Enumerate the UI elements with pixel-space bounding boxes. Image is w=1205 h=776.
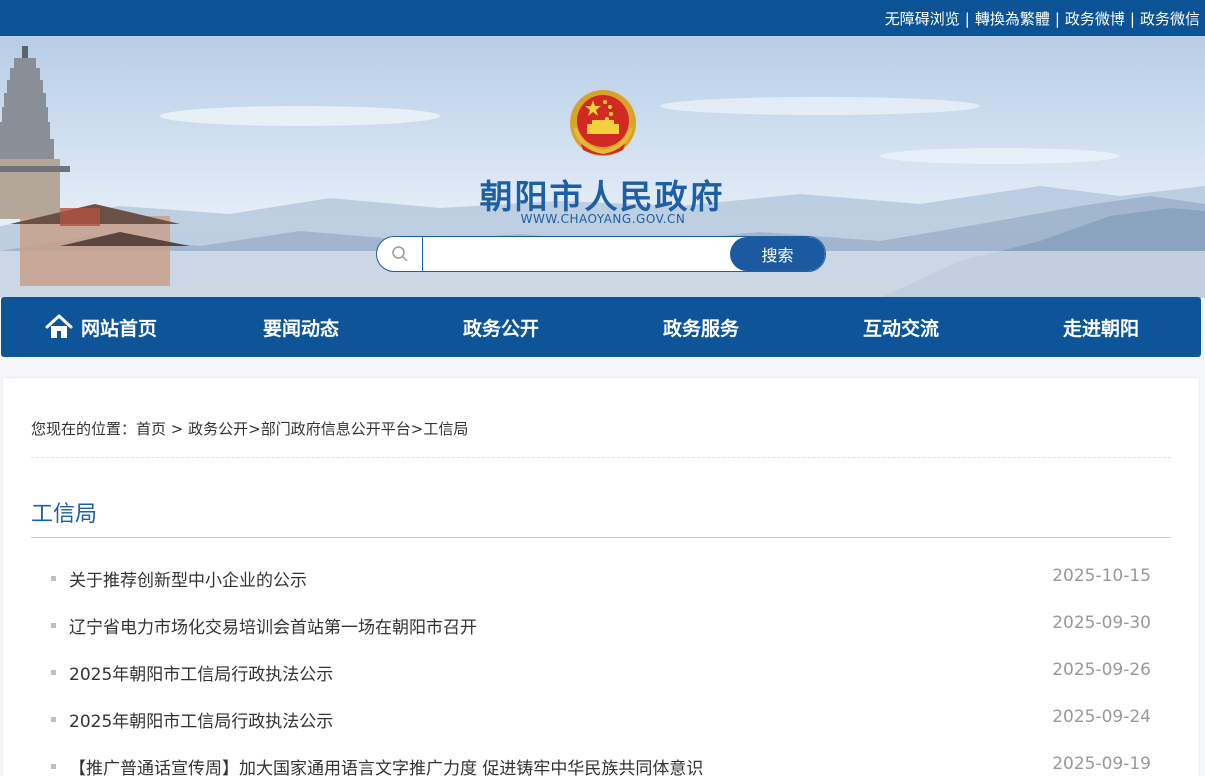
divider (31, 537, 1171, 538)
top-links: 无障碍浏览 | 轉換為繁體 | 政务微博 | 政务微信 (885, 8, 1200, 29)
site-url: WWW.CHAOYANG.GOV.CN (520, 212, 686, 226)
breadcrumb-current-link[interactable]: 工信局 (423, 420, 468, 438)
bullet-icon (51, 576, 56, 581)
list-item: 2025年朝阳市工信局行政执法公示 2025-09-24 (51, 705, 1151, 752)
nav-label: 要闻动态 (262, 317, 339, 340)
nav-label: 政务服务 (662, 317, 739, 340)
breadcrumb-separator: > (410, 420, 424, 438)
article-date: 2025-09-30 (1052, 613, 1151, 633)
breadcrumb-separator: > (248, 420, 261, 438)
search-bar: 搜索 (376, 236, 826, 272)
nav-item-interaction[interactable]: 互动交流 (801, 297, 1001, 357)
traditional-chinese-link[interactable]: 轉換為繁體 (975, 8, 1050, 29)
article-link[interactable]: 2025年朝阳市工信局行政执法公示 (69, 660, 333, 685)
content-panel: 您现在的位置：首页 > 政务公开>部门政府信息公开平台>工信局 工信局 关于推荐… (2, 377, 1200, 776)
article-link[interactable]: 【推广普通话宣传周】加大国家通用语言文字推广力度 促进铸牢中华民族共同体意识 (69, 754, 703, 776)
separator: | (964, 9, 970, 28)
wechat-link[interactable]: 政务微信 (1140, 8, 1200, 29)
nav-label: 走进朝阳 (1062, 317, 1139, 340)
breadcrumb-gov-affairs-link[interactable]: 政务公开 (188, 420, 248, 438)
nav-item-home[interactable]: 网站首页 (1, 297, 201, 357)
article-date: 2025-10-15 (1052, 566, 1151, 586)
article-date: 2025-09-24 (1052, 707, 1151, 727)
nav-item-gov-affairs[interactable]: 政务公开 (401, 297, 601, 357)
separator: | (1054, 9, 1060, 28)
list-item: 辽宁省电力市场化交易培训会首站第一场在朝阳市召开 2025-09-30 (51, 611, 1151, 658)
national-emblem-icon (570, 90, 636, 156)
nav-label: 互动交流 (862, 317, 939, 340)
article-link[interactable]: 辽宁省电力市场化交易培训会首站第一场在朝阳市召开 (69, 613, 477, 638)
nav-label: 政务公开 (462, 317, 539, 340)
header-banner: 朝阳市人民政府 WWW.CHAOYANG.GOV.CN 搜索 (0, 36, 1205, 298)
bullet-icon (51, 717, 56, 722)
breadcrumb-separator: > (166, 420, 189, 438)
article-link[interactable]: 关于推荐创新型中小企业的公示 (69, 566, 307, 591)
breadcrumb-prefix: 您现在的位置： (31, 420, 137, 438)
temple-illustration (10, 204, 190, 286)
bullet-icon (51, 623, 56, 628)
breadcrumb-platform-link[interactable]: 部门政府信息公开平台 (261, 420, 411, 438)
article-date: 2025-09-26 (1052, 660, 1151, 680)
breadcrumb: 您现在的位置：首页 > 政务公开>部门政府信息公开平台>工信局 (31, 418, 468, 439)
section-title: 工信局 (31, 502, 98, 527)
search-button[interactable]: 搜索 (730, 237, 825, 271)
nav-label: 网站首页 (80, 317, 157, 340)
divider (31, 457, 1171, 458)
bullet-icon (51, 764, 56, 769)
search-input[interactable] (427, 241, 727, 267)
article-date: 2025-09-19 (1052, 754, 1151, 774)
home-icon (45, 314, 73, 338)
nav-item-gov-services[interactable]: 政务服务 (601, 297, 801, 357)
breadcrumb-home-link[interactable]: 首页 (136, 420, 166, 438)
list-item: 关于推荐创新型中小企业的公示 2025-10-15 (51, 564, 1151, 611)
bullet-icon (51, 670, 56, 675)
pagoda-illustration (0, 46, 70, 219)
accessibility-link[interactable]: 无障碍浏览 (885, 8, 960, 29)
site-title: 朝阳市人民政府 (479, 177, 725, 216)
search-icon[interactable] (377, 237, 423, 271)
nav-item-news[interactable]: 要闻动态 (201, 297, 401, 357)
article-link[interactable]: 2025年朝阳市工信局行政执法公示 (69, 707, 333, 732)
article-list: 关于推荐创新型中小企业的公示 2025-10-15 辽宁省电力市场化交易培训会首… (51, 564, 1151, 776)
list-item: 【推广普通话宣传周】加大国家通用语言文字推广力度 促进铸牢中华民族共同体意识 2… (51, 752, 1151, 776)
nav-item-about-chaoyang[interactable]: 走进朝阳 (1001, 297, 1201, 357)
separator: | (1129, 9, 1135, 28)
weibo-link[interactable]: 政务微博 (1065, 8, 1125, 29)
main-nav: 网站首页 要闻动态 政务公开 政务服务 互动交流 走进朝阳 (1, 297, 1201, 357)
list-item: 2025年朝阳市工信局行政执法公示 2025-09-26 (51, 658, 1151, 705)
top-bar: 无障碍浏览 | 轉換為繁體 | 政务微博 | 政务微信 (0, 0, 1205, 36)
